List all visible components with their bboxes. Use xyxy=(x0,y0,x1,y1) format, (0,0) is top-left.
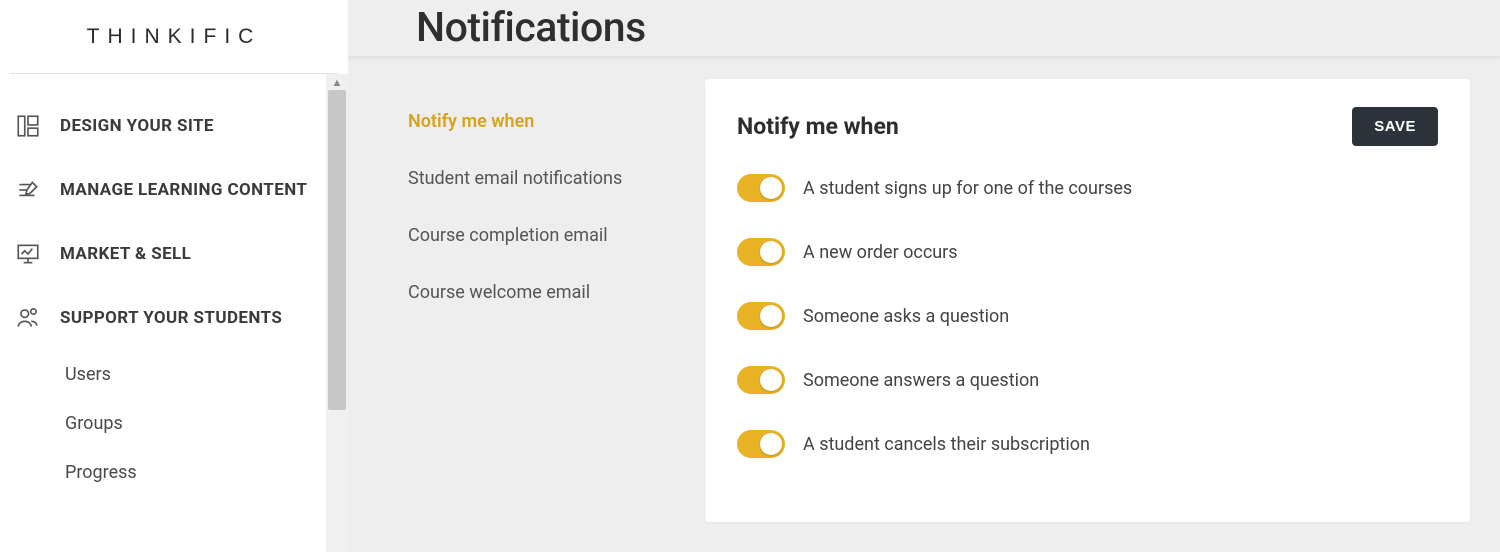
card-header: Notify me when SAVE xyxy=(737,107,1438,146)
toggle-knob xyxy=(760,433,782,455)
toggle-knob xyxy=(760,177,782,199)
settings-card: Notify me when SAVE A student signs up f… xyxy=(705,79,1470,522)
toggle-row-answers-question: Someone answers a question xyxy=(737,366,1438,394)
toggle-knob xyxy=(760,369,782,391)
sidebar-item-manage[interactable]: MANAGE LEARNING CONTENT xyxy=(0,158,348,222)
sidebar: THINKIFIC DESIGN YOUR SITE MANAGE LEARNI… xyxy=(0,0,348,552)
toggle-row-signup: A student signs up for one of the course… xyxy=(737,174,1438,202)
sidebar-subitem-progress[interactable]: Progress xyxy=(65,448,348,497)
sidebar-item-support[interactable]: SUPPORT YOUR STUDENTS xyxy=(0,286,348,350)
toggle-signup[interactable] xyxy=(737,174,785,202)
sidebar-item-market[interactable]: MARKET & SELL xyxy=(0,222,348,286)
users-icon xyxy=(14,304,42,332)
toggle-order[interactable] xyxy=(737,238,785,266)
sidebar-scrollbar[interactable]: ▲ xyxy=(326,74,348,552)
sidebar-item-label: MARKET & SELL xyxy=(60,244,191,264)
toggle-knob xyxy=(760,241,782,263)
subnav-item-course-welcome[interactable]: Course welcome email xyxy=(408,264,685,321)
settings-subnav: Notify me when Student email notificatio… xyxy=(348,57,705,552)
subnav-item-course-completion[interactable]: Course completion email xyxy=(408,207,685,264)
chart-presentation-icon xyxy=(14,240,42,268)
subnav-item-student-email[interactable]: Student email notifications xyxy=(408,150,685,207)
design-icon xyxy=(14,112,42,140)
toggle-answers-question[interactable] xyxy=(737,366,785,394)
toggle-row-cancels: A student cancels their subscription xyxy=(737,430,1438,458)
subnav-item-notify-me[interactable]: Notify me when xyxy=(408,93,685,150)
sidebar-nav: DESIGN YOUR SITE MANAGE LEARNING CONTENT… xyxy=(0,74,348,552)
toggle-label: Someone answers a question xyxy=(803,370,1039,391)
sidebar-subitem-groups[interactable]: Groups xyxy=(65,399,348,448)
toggle-asks-question[interactable] xyxy=(737,302,785,330)
sidebar-subitem-users[interactable]: Users xyxy=(65,350,348,399)
toggle-label: A new order occurs xyxy=(803,242,958,263)
sidebar-item-label: MANAGE LEARNING CONTENT xyxy=(60,180,307,200)
toggle-row-order: A new order occurs xyxy=(737,238,1438,266)
toggle-label: Someone asks a question xyxy=(803,306,1009,327)
sidebar-subnav: Users Groups Progress xyxy=(0,350,348,497)
sidebar-item-label: SUPPORT YOUR STUDENTS xyxy=(60,308,282,328)
scroll-up-arrow-icon[interactable]: ▲ xyxy=(326,74,348,90)
toggle-label: A student cancels their subscription xyxy=(803,434,1090,455)
save-button[interactable]: SAVE xyxy=(1352,107,1438,146)
logo-area: THINKIFIC xyxy=(10,0,338,74)
sidebar-item-design[interactable]: DESIGN YOUR SITE xyxy=(0,94,348,158)
page-title: Notifications xyxy=(416,4,646,52)
toggle-label: A student signs up for one of the course… xyxy=(803,178,1132,199)
card-title: Notify me when xyxy=(737,113,899,140)
brand-logo: THINKIFIC xyxy=(87,25,262,49)
scrollbar-thumb[interactable] xyxy=(328,90,346,410)
main-area: Notifications Notify me when Student ema… xyxy=(348,0,1500,552)
content-row: Notify me when Student email notificatio… xyxy=(348,57,1500,552)
edit-icon xyxy=(14,176,42,204)
toggle-row-asks-question: Someone asks a question xyxy=(737,302,1438,330)
page-header: Notifications xyxy=(348,0,1500,57)
toggle-knob xyxy=(760,305,782,327)
toggle-cancels[interactable] xyxy=(737,430,785,458)
sidebar-item-label: DESIGN YOUR SITE xyxy=(60,116,214,136)
